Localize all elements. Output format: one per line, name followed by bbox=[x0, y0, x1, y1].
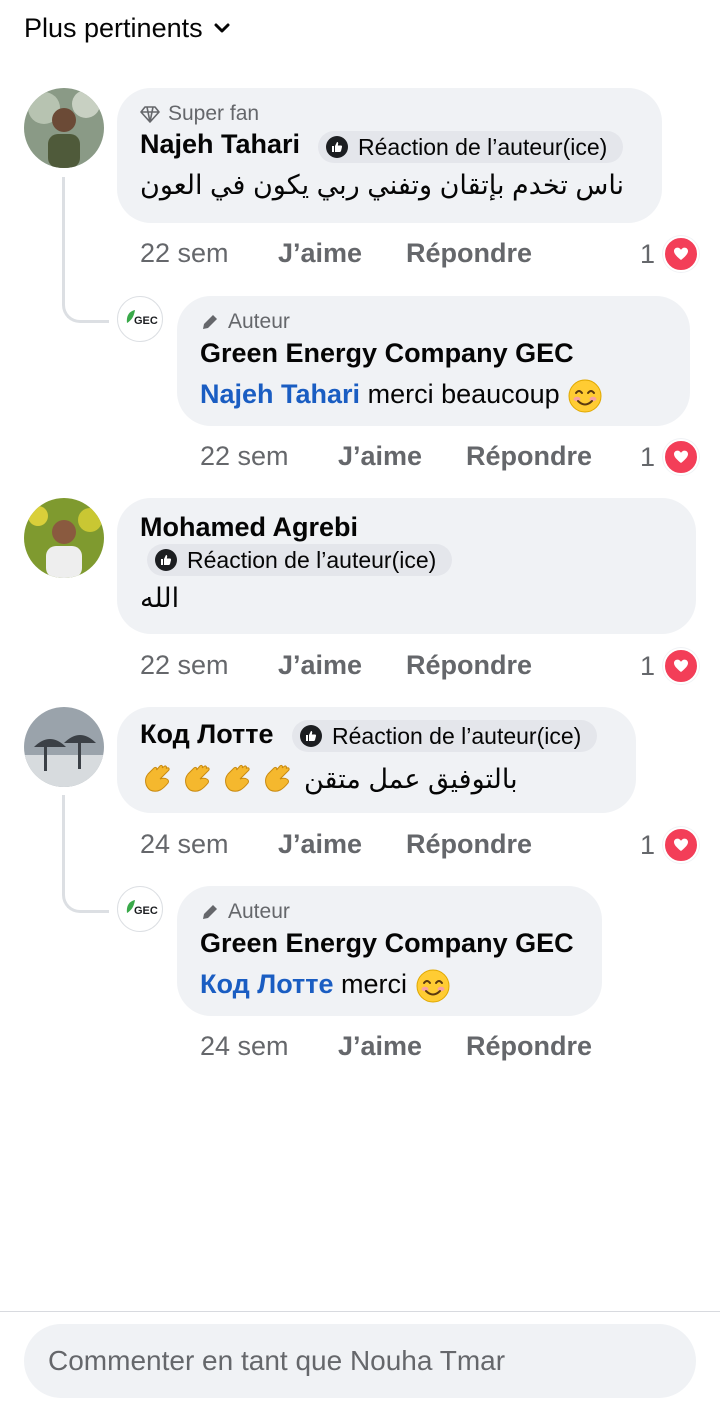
reply-author[interactable]: Green Energy Company GEC bbox=[200, 928, 574, 959]
reaction-count-value: 1 bbox=[640, 829, 656, 860]
heart-icon bbox=[663, 439, 700, 475]
like-button[interactable]: J’aime bbox=[278, 829, 362, 860]
mention-link[interactable]: Код Лотте bbox=[200, 969, 333, 999]
gec-logo-text: GEC bbox=[134, 315, 158, 327]
comment-text: ناس تخدم بإتقان وتفني ربي يكون في العون bbox=[140, 170, 625, 200]
reaction-count-value: 1 bbox=[640, 238, 656, 269]
clapping-hands-icon bbox=[225, 764, 250, 792]
page-logo-avatar[interactable]: GEC bbox=[117, 886, 163, 932]
reply-button[interactable]: Répondre bbox=[466, 1031, 592, 1062]
reaction-count[interactable]: 1 bbox=[640, 827, 700, 863]
reply-message: merci bbox=[341, 969, 407, 1000]
comment-input[interactable] bbox=[24, 1324, 696, 1398]
reply-message: merci beaucoup bbox=[367, 379, 560, 410]
author-reaction-pill: Réaction de l’auteur(ice) bbox=[147, 544, 453, 576]
comment-timestamp[interactable]: 24 sem bbox=[140, 829, 229, 860]
reaction-label: Réaction de l’auteur(ice) bbox=[358, 133, 608, 160]
reply-button[interactable]: Répondre bbox=[406, 238, 532, 269]
like-icon bbox=[300, 725, 322, 747]
clapping-hands-icon bbox=[265, 764, 290, 792]
author-reaction-pill: Réaction de l’auteur(ice) bbox=[292, 720, 598, 752]
pencil-icon bbox=[203, 315, 217, 329]
author-badge: Auteur bbox=[200, 900, 290, 924]
like-icon bbox=[155, 549, 177, 571]
reaction-count[interactable]: 1 bbox=[640, 236, 700, 272]
super-fan-badge: Super fan bbox=[140, 102, 259, 126]
reply-thread-line bbox=[62, 795, 109, 913]
reply-timestamp[interactable]: 24 sem bbox=[200, 1031, 289, 1062]
reply-author[interactable]: Green Energy Company GEC bbox=[200, 338, 574, 369]
author-reaction-pill: Réaction de l’auteur(ice) bbox=[318, 131, 624, 163]
comment-author[interactable]: Код Лотте bbox=[140, 719, 273, 750]
reply-text: Najeh Tahari merci beaucoup bbox=[200, 378, 603, 414]
smiling-face-icon bbox=[416, 969, 450, 1003]
reply-button[interactable]: Répondre bbox=[466, 441, 592, 472]
like-button[interactable]: J’aime bbox=[278, 238, 362, 269]
chevron-down-icon bbox=[214, 23, 230, 33]
like-button[interactable]: J’aime bbox=[338, 1031, 422, 1062]
clapping-hands-icon bbox=[145, 764, 170, 792]
reply-button[interactable]: Répondre bbox=[406, 650, 532, 681]
gec-logo-text: GEC bbox=[134, 905, 158, 917]
reply-thread-line bbox=[62, 177, 109, 323]
heart-icon bbox=[663, 236, 700, 272]
comment-author[interactable]: Najeh Tahari bbox=[140, 129, 300, 160]
comment-text: الله bbox=[140, 583, 180, 613]
reply-timestamp[interactable]: 22 sem bbox=[200, 441, 289, 472]
reaction-label: Réaction de l’auteur(ice) bbox=[187, 546, 437, 573]
like-button[interactable]: J’aime bbox=[338, 441, 422, 472]
avatar[interactable] bbox=[24, 707, 104, 787]
badge-label: Super fan bbox=[168, 102, 260, 125]
comment-author[interactable]: Mohamed Agrebi bbox=[140, 512, 358, 543]
avatar[interactable] bbox=[24, 88, 104, 168]
heart-icon bbox=[663, 827, 700, 863]
reaction-label: Réaction de l’auteur(ice) bbox=[332, 722, 582, 749]
reply-text: Код Лотте merci bbox=[200, 968, 451, 1004]
avatar[interactable] bbox=[24, 498, 104, 578]
badge-label: Auteur bbox=[228, 310, 290, 333]
composer-divider bbox=[0, 1311, 720, 1312]
reply-button[interactable]: Répondre bbox=[406, 829, 532, 860]
comment-text: بالتوفيق عمل متقن bbox=[140, 760, 518, 798]
smiling-face-icon bbox=[568, 379, 602, 413]
comment-timestamp[interactable]: 22 sem bbox=[140, 238, 229, 269]
comment-message: بالتوفيق عمل متقن bbox=[304, 763, 518, 794]
reaction-count-value: 1 bbox=[640, 650, 656, 681]
reaction-count-value: 1 bbox=[640, 441, 656, 472]
mention-link[interactable]: Najeh Tahari bbox=[200, 379, 360, 409]
diamond-icon bbox=[140, 106, 160, 123]
sort-dropdown[interactable]: Plus pertinents bbox=[24, 10, 231, 46]
like-button[interactable]: J’aime bbox=[278, 650, 362, 681]
badge-label: Auteur bbox=[228, 900, 290, 923]
reaction-count[interactable]: 1 bbox=[640, 439, 700, 475]
author-badge: Auteur bbox=[200, 310, 290, 334]
page-logo-avatar[interactable]: GEC bbox=[117, 296, 163, 342]
comment-timestamp[interactable]: 22 sem bbox=[140, 650, 229, 681]
sort-label: Plus pertinents bbox=[24, 12, 203, 43]
pencil-icon bbox=[203, 905, 217, 919]
like-icon bbox=[326, 136, 348, 158]
heart-icon bbox=[663, 648, 700, 684]
reaction-count[interactable]: 1 bbox=[640, 648, 700, 684]
clapping-hands-icon bbox=[185, 764, 210, 792]
